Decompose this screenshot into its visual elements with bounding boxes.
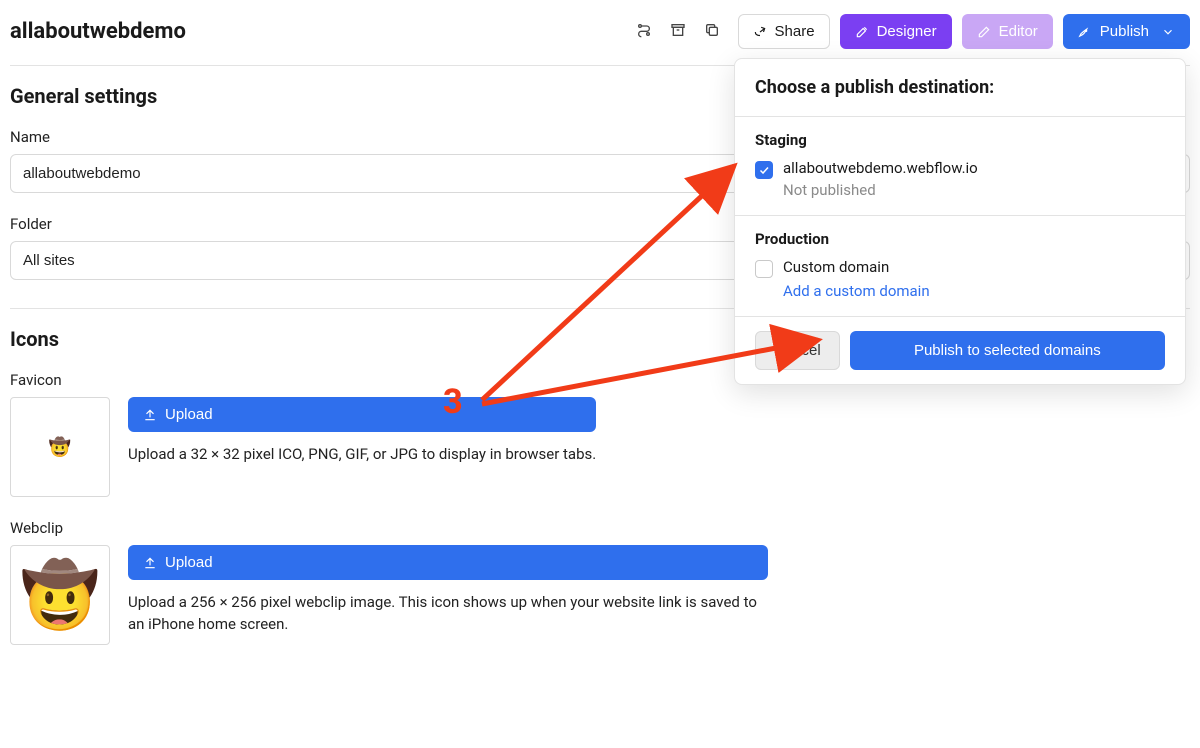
editor-label: Editor (999, 23, 1038, 40)
publish-selected-button[interactable]: Publish to selected domains (850, 331, 1165, 370)
upload-icon (143, 408, 157, 422)
site-title: allaboutwebdemo (10, 19, 186, 44)
upload-icon (143, 556, 157, 570)
staging-heading: Staging (755, 131, 1165, 149)
favicon-preview: 🤠 (10, 397, 110, 497)
share-icon (753, 25, 767, 39)
cancel-button[interactable]: Cancel (755, 331, 840, 370)
share-label: Share (775, 23, 815, 40)
staging-status: Not published (783, 181, 978, 199)
publish-button[interactable]: Publish (1063, 14, 1190, 49)
upload-label: Upload (165, 554, 213, 571)
designer-button[interactable]: Designer (840, 14, 952, 49)
pencil-icon (977, 25, 991, 39)
favicon-upload-button[interactable]: Upload (128, 397, 596, 432)
designer-label: Designer (877, 23, 937, 40)
production-checkbox[interactable] (755, 260, 773, 278)
upload-label: Upload (165, 406, 213, 423)
brush-icon (855, 25, 869, 39)
chevron-down-icon (1161, 25, 1175, 39)
share-button[interactable]: Share (738, 14, 830, 49)
favicon-helper: Upload a 32 × 32 pixel ICO, PNG, GIF, or… (128, 444, 596, 466)
copy-icon[interactable] (704, 22, 720, 42)
rocket-icon (1078, 25, 1092, 39)
webclip-label: Webclip (10, 519, 1190, 537)
staging-domain: allaboutwebdemo.webflow.io (783, 159, 978, 177)
production-label: Custom domain (783, 258, 930, 276)
check-icon (758, 164, 770, 176)
production-heading: Production (755, 230, 1165, 248)
integrations-icon[interactable] (636, 22, 652, 42)
webclip-upload-button[interactable]: Upload (128, 545, 768, 580)
webclip-helper: Upload a 256 × 256 pixel webclip image. … (128, 592, 768, 636)
publish-label: Publish (1100, 23, 1149, 40)
webclip-preview: 🤠 (10, 545, 110, 645)
publish-popover: Choose a publish destination: Staging al… (734, 58, 1186, 385)
editor-button[interactable]: Editor (962, 14, 1053, 49)
popover-title: Choose a publish destination: (735, 59, 1185, 116)
annotation-step-number: 3 (443, 382, 463, 422)
add-custom-domain-link[interactable]: Add a custom domain (783, 282, 930, 300)
staging-checkbox[interactable] (755, 161, 773, 179)
archive-icon[interactable] (670, 22, 686, 42)
